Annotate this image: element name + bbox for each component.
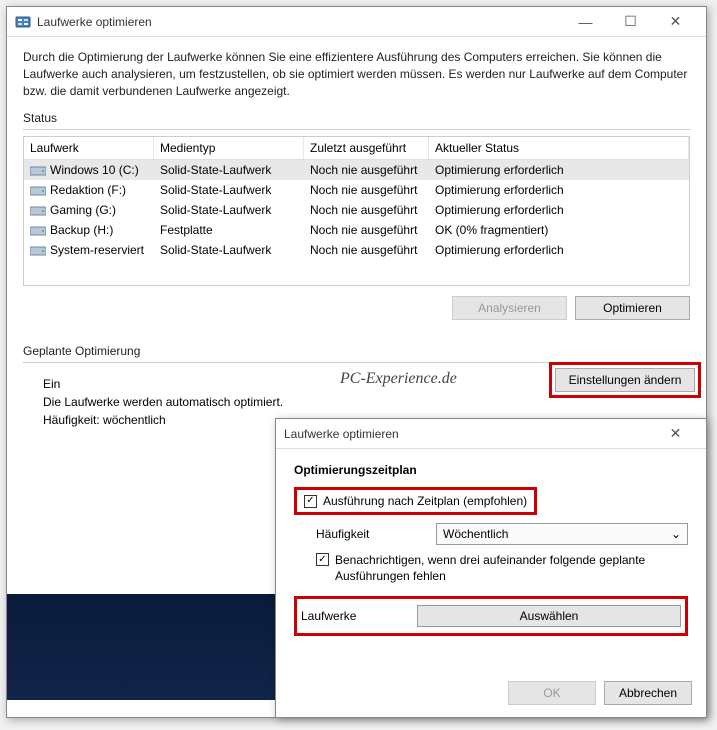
drive-icon [30, 185, 46, 197]
notify-checkbox-row[interactable]: ✓ Benachrichtigen, wenn drei aufeinander… [316, 553, 688, 584]
optimize-button[interactable]: Optimieren [575, 296, 690, 320]
table-header: Laufwerk Medientyp Zuletzt ausgeführt Ak… [24, 137, 689, 160]
drive-table: Laufwerk Medientyp Zuletzt ausgeführt Ak… [23, 136, 690, 286]
defrag-app-icon [15, 14, 31, 30]
sub-title: Laufwerke optimieren [284, 427, 653, 441]
sub-titlebar: Laufwerke optimieren ✕ [276, 419, 706, 449]
select-drives-button[interactable]: Auswählen [417, 605, 681, 627]
drives-row-highlight: Laufwerke Auswählen [294, 596, 688, 636]
background-strip [7, 594, 275, 700]
schedule-options: Häufigkeit Wöchentlich ⌄ ✓ Benachrichtig… [316, 523, 688, 584]
change-settings-button[interactable]: Einstellungen ändern [555, 368, 695, 392]
col-status[interactable]: Aktueller Status [429, 137, 689, 159]
titlebar-controls: — ☐ ✕ [563, 8, 698, 36]
col-type[interactable]: Medientyp [154, 137, 304, 159]
settings-button-highlight: Einstellungen ändern [549, 362, 701, 398]
description-text: Durch die Optimierung der Laufwerke könn… [23, 49, 690, 99]
schedule-heading: Optimierungszeitplan [294, 463, 688, 477]
notify-label: Benachrichtigen, wenn drei aufeinander f… [335, 553, 688, 584]
ok-button: OK [508, 681, 596, 705]
frequency-value: Wöchentlich [443, 527, 508, 541]
cancel-button[interactable]: Abbrechen [604, 681, 692, 705]
scheduled-heading: Geplante Optimierung [23, 344, 690, 358]
drive-icon [30, 245, 46, 257]
frequency-label: Häufigkeit [316, 527, 416, 541]
action-buttons: Analysieren Optimieren [23, 296, 690, 320]
frequency-dropdown[interactable]: Wöchentlich ⌄ [436, 523, 688, 545]
table-row[interactable]: Gaming (G:)Solid-State-LaufwerkNoch nie … [24, 200, 689, 220]
main-titlebar: Laufwerke optimieren — ☐ ✕ [7, 7, 706, 37]
checkbox-icon: ✓ [316, 553, 329, 566]
sub-button-row: OK Abbrechen [508, 681, 692, 705]
status-label: Status [23, 111, 690, 125]
sub-content: Optimierungszeitplan ✓ Ausführung nach Z… [276, 449, 706, 650]
sub-close-button[interactable]: ✕ [653, 420, 698, 448]
frequency-row: Häufigkeit Wöchentlich ⌄ [316, 523, 688, 545]
analyze-button: Analysieren [452, 296, 567, 320]
close-button[interactable]: ✕ [653, 8, 698, 36]
drive-icon [30, 225, 46, 237]
schedule-dialog: Laufwerke optimieren ✕ Optimierungszeitp… [275, 418, 707, 718]
col-last[interactable]: Zuletzt ausgeführt [304, 137, 429, 159]
drive-icon [30, 165, 46, 177]
drive-icon [30, 205, 46, 217]
table-row[interactable]: Backup (H:)FestplatteNoch nie ausgeführt… [24, 220, 689, 240]
schedule-checkbox-label: Ausführung nach Zeitplan (empfohlen) [323, 494, 527, 508]
schedule-checkbox-row[interactable]: ✓ Ausführung nach Zeitplan (empfohlen) [300, 492, 531, 510]
schedule-checkbox-highlight: ✓ Ausführung nach Zeitplan (empfohlen) [294, 487, 537, 515]
checkbox-icon: ✓ [304, 495, 317, 508]
maximize-button[interactable]: ☐ [608, 8, 653, 36]
drives-label: Laufwerke [301, 609, 401, 623]
main-title: Laufwerke optimieren [37, 15, 563, 29]
table-row[interactable]: Redaktion (F:)Solid-State-LaufwerkNoch n… [24, 180, 689, 200]
divider [23, 129, 690, 130]
table-row[interactable]: Windows 10 (C:)Solid-State-LaufwerkNoch … [24, 160, 689, 180]
chevron-down-icon: ⌄ [671, 527, 681, 541]
col-name[interactable]: Laufwerk [24, 137, 154, 159]
table-row[interactable]: System-reserviertSolid-State-LaufwerkNoc… [24, 240, 689, 260]
watermark-text: PC-Experience.de [340, 370, 457, 388]
minimize-button[interactable]: — [563, 8, 608, 36]
